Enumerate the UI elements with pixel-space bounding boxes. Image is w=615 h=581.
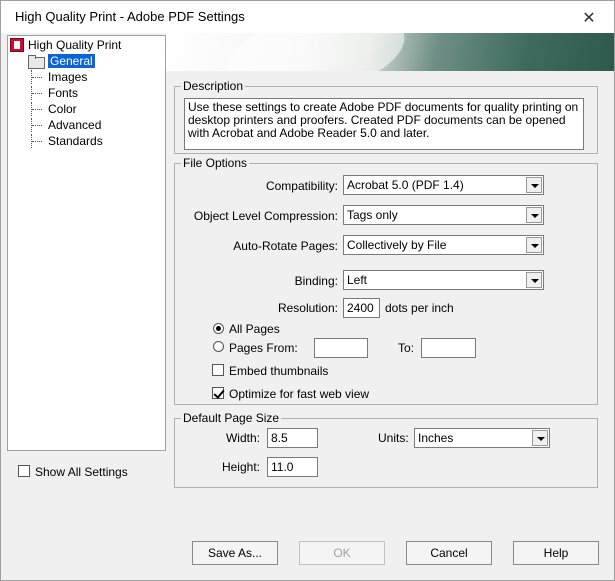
save-as-button[interactable]: Save As... (192, 541, 278, 565)
close-icon[interactable]: ✕ (578, 7, 600, 29)
description-text: Use these settings to create Adobe PDF d… (184, 98, 584, 150)
width-input[interactable]: 8.5 (267, 428, 318, 448)
chevron-down-icon[interactable] (526, 207, 542, 223)
tree-root-label: High Quality Print (28, 38, 122, 52)
chevron-down-icon[interactable] (526, 177, 542, 193)
units-dropdown[interactable]: Inches (414, 428, 550, 448)
adobe-banner-image (166, 33, 614, 71)
pages-from-radio[interactable] (213, 341, 224, 352)
height-input[interactable]: 11.0 (267, 457, 318, 477)
chevron-down-icon[interactable] (532, 430, 548, 446)
all-pages-radio[interactable] (213, 323, 224, 334)
show-all-settings-checkbox[interactable] (18, 465, 30, 477)
chevron-down-icon[interactable] (526, 237, 542, 253)
height-label: Height: (221, 460, 260, 474)
pages-to-label: To: (398, 341, 415, 355)
file-options-legend: File Options (181, 156, 250, 170)
tree-branch-icon (28, 70, 44, 84)
autorotate-value: Collectively by File (347, 238, 447, 252)
ok-button[interactable]: OK (299, 541, 385, 565)
tree-item-label: General (48, 54, 95, 68)
tree-item-fonts[interactable]: Fonts (28, 85, 78, 101)
pdf-settings-icon (10, 38, 24, 52)
page-size-group: Default Page Size Width: 8.5 Height: 11.… (174, 411, 598, 488)
resolution-unit: dots per inch (385, 301, 454, 315)
cancel-button[interactable]: Cancel (406, 541, 492, 565)
tree-branch-icon (28, 86, 44, 100)
tree-item-standards[interactable]: Standards (28, 133, 103, 149)
autorotate-dropdown[interactable]: Collectively by File (343, 235, 544, 255)
compatibility-value: Acrobat 5.0 (PDF 1.4) (347, 178, 464, 192)
embed-thumbnails-label: Embed thumbnails (229, 364, 329, 378)
width-label: Width: (225, 431, 260, 445)
binding-label: Binding: (294, 274, 338, 288)
tree-branch-icon (28, 118, 44, 132)
tree-item-label: Standards (48, 134, 103, 148)
show-all-settings-label: Show All Settings (35, 465, 128, 479)
pages-to-input[interactable] (421, 338, 476, 358)
compression-label: Object Level Compression: (193, 209, 338, 223)
binding-value: Left (347, 273, 368, 287)
description-group: Description Use these settings to create… (174, 79, 598, 154)
units-value: Inches (418, 431, 454, 445)
help-button[interactable]: Help (513, 541, 599, 565)
title-bar: High Quality Print - Adobe PDF Settings … (1, 1, 614, 33)
page-size-legend: Default Page Size (181, 411, 282, 425)
tree-item-label: Color (48, 102, 77, 116)
autorotate-label: Auto-Rotate Pages: (233, 239, 338, 253)
units-label: Units: (378, 431, 409, 445)
optimize-web-label: Optimize for fast web view (229, 387, 370, 401)
pages-from-label: Pages From: (229, 341, 298, 355)
resolution-input[interactable]: 2400 (343, 298, 380, 318)
settings-tree[interactable]: High Quality Print General Images Fonts … (7, 35, 166, 451)
tree-item-color[interactable]: Color (28, 101, 77, 117)
chevron-down-icon[interactable] (526, 272, 542, 288)
optimize-web-checkbox[interactable] (212, 387, 224, 399)
binding-dropdown[interactable]: Left (343, 270, 544, 290)
tree-item-general[interactable]: General (28, 53, 95, 69)
tree-item-advanced[interactable]: Advanced (28, 117, 101, 133)
tree-item-images[interactable]: Images (28, 69, 87, 85)
tree-item-label: Fonts (48, 86, 79, 100)
folder-open-icon (28, 54, 45, 69)
tree-branch-icon (28, 102, 44, 116)
adobe-pdf-settings-window: High Quality Print - Adobe PDF Settings … (0, 0, 615, 581)
compression-dropdown[interactable]: Tags only (343, 205, 544, 225)
tree-item-label: Images (48, 70, 88, 84)
file-options-group: File Options Compatibility: Acrobat 5.0 … (174, 156, 598, 405)
window-title: High Quality Print - Adobe PDF Settings (15, 9, 245, 24)
description-legend: Description (181, 79, 246, 93)
compression-value: Tags only (347, 208, 398, 222)
tree-root[interactable]: High Quality Print (10, 37, 121, 53)
compatibility-dropdown[interactable]: Acrobat 5.0 (PDF 1.4) (343, 175, 544, 195)
embed-thumbnails-checkbox[interactable] (212, 364, 224, 376)
all-pages-label: All Pages (229, 322, 280, 336)
pages-from-input[interactable] (314, 338, 368, 358)
tree-branch-icon (28, 134, 44, 148)
compatibility-label: Compatibility: (265, 179, 338, 193)
resolution-label: Resolution: (277, 301, 338, 315)
tree-item-label: Advanced (48, 118, 102, 132)
